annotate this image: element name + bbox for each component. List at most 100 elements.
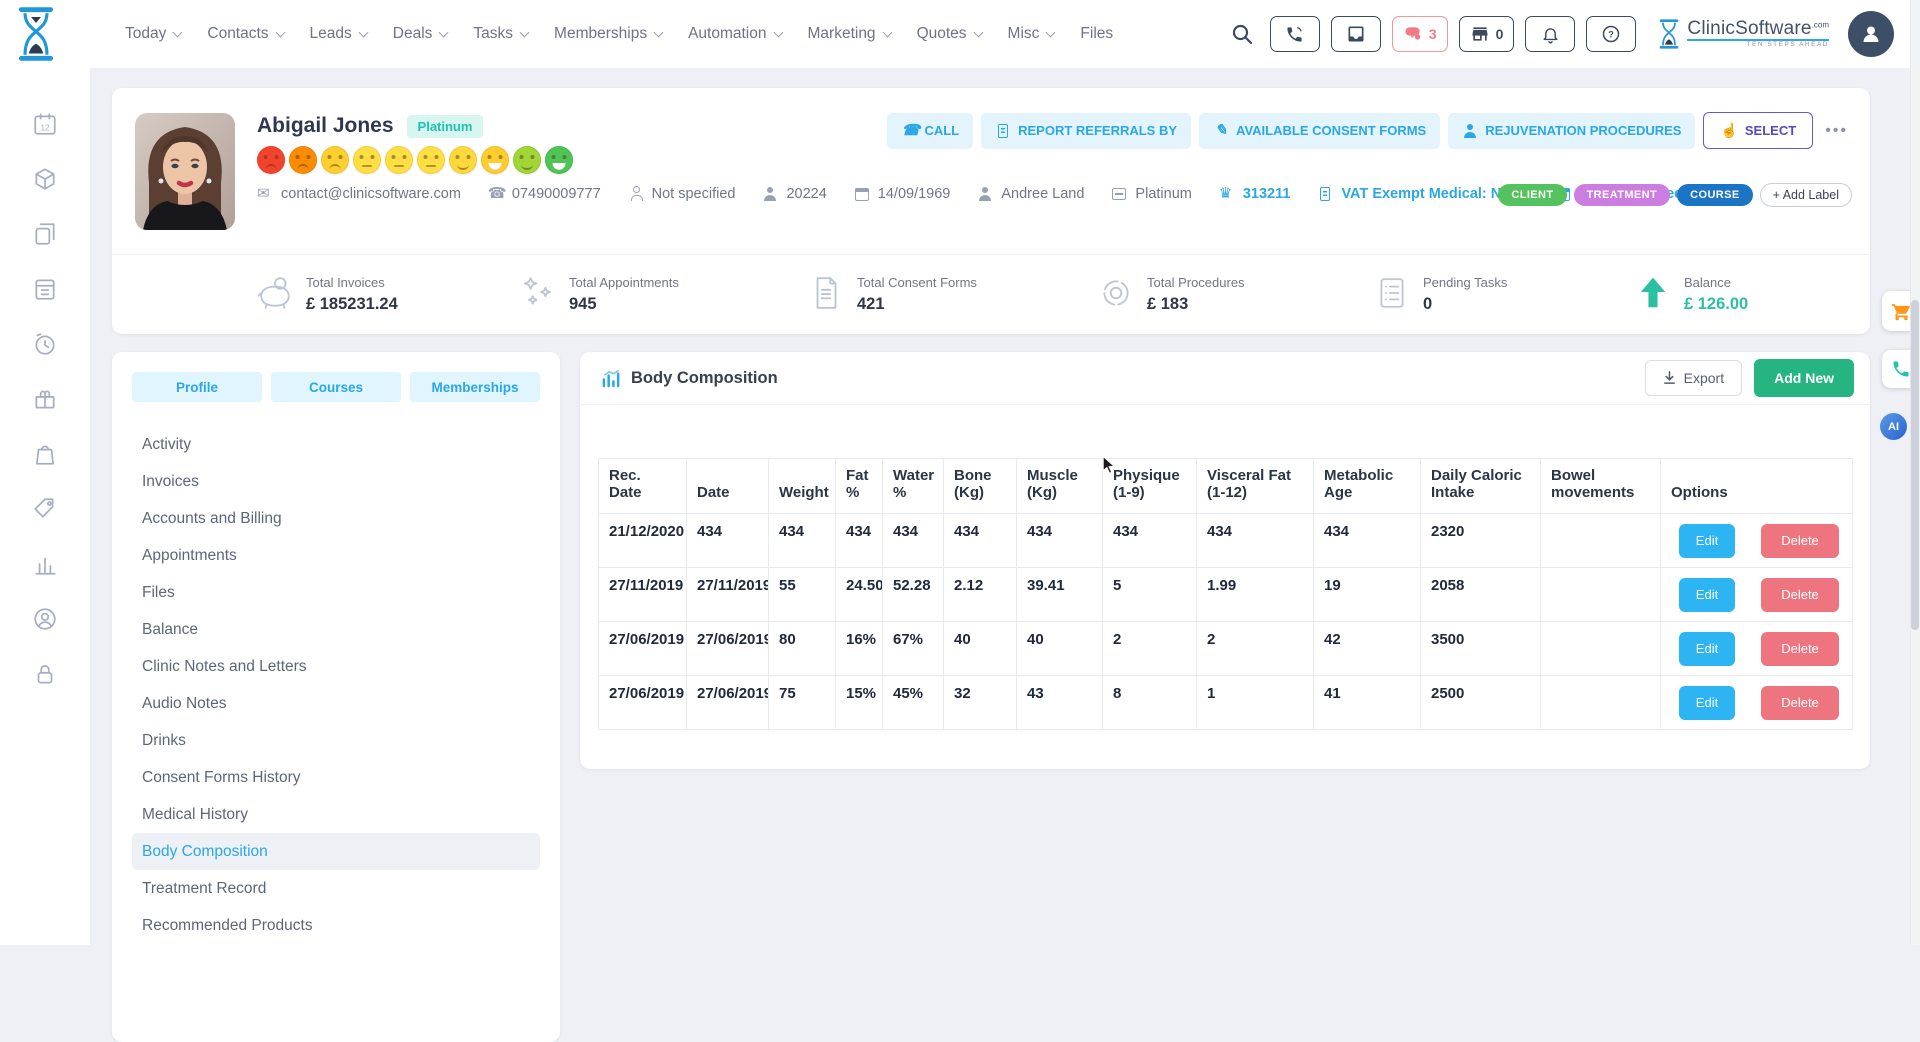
delete-button[interactable]: Delete xyxy=(1761,524,1839,558)
copy-pages-icon[interactable] xyxy=(32,221,58,247)
gift-icon[interactable] xyxy=(32,386,58,412)
lock-icon[interactable] xyxy=(32,661,58,687)
profile-menu-item[interactable]: Files xyxy=(132,574,540,611)
profile-menu-item[interactable]: Invoices xyxy=(132,463,540,500)
scrollbar-thumb[interactable] xyxy=(1911,300,1919,630)
satisfaction-emoji[interactable] xyxy=(449,146,477,174)
nav-item[interactable]: Files xyxy=(1080,25,1113,43)
satisfaction-emoji[interactable] xyxy=(257,146,285,174)
profile-menu-item[interactable]: Appointments xyxy=(132,537,540,574)
delete-button[interactable]: Delete xyxy=(1761,632,1839,666)
cell-fat: 15% xyxy=(836,676,883,730)
cell-fat: 16% xyxy=(836,622,883,676)
profile-menu-item[interactable]: Audio Notes xyxy=(132,685,540,722)
chat-bubbles-icon xyxy=(1403,24,1423,44)
nav-item[interactable]: Leads xyxy=(310,25,367,43)
available-consent-forms-button[interactable]: AVAILABLE CONSENT FORMS xyxy=(1199,113,1440,149)
profile-menu-item[interactable]: Drinks xyxy=(132,722,540,759)
profile-menu-item[interactable]: Medical History xyxy=(132,796,540,833)
export-button[interactable]: Export xyxy=(1645,360,1742,396)
nav-item[interactable]: Today xyxy=(125,25,181,43)
help-button[interactable]: ? xyxy=(1586,16,1636,52)
report-referrals-button[interactable]: REPORT REFERRALS BY xyxy=(981,113,1191,149)
page-scrollbar[interactable] xyxy=(1910,0,1920,945)
chevron-down-icon xyxy=(1046,27,1056,37)
satisfaction-emoji[interactable] xyxy=(385,146,413,174)
profile-menu-item[interactable]: Activity xyxy=(132,426,540,463)
app-logo-hourglass-icon[interactable] xyxy=(14,6,90,67)
brand-logo[interactable]: ClinicSoftware.com TEN STEPS AHEAD xyxy=(1657,18,1829,50)
nav-item[interactable]: Marketing xyxy=(808,25,891,43)
profile-menu-item[interactable]: Clinic Notes and Letters xyxy=(132,648,540,685)
inbox-button[interactable] xyxy=(1331,16,1381,52)
price-tag-icon[interactable] xyxy=(32,496,58,522)
nav-item[interactable]: Quotes xyxy=(917,25,982,43)
profile-menu-item[interactable]: Body Composition xyxy=(132,833,540,870)
cell-water: 67% xyxy=(883,622,944,676)
nav-item[interactable]: Tasks xyxy=(473,25,528,43)
nav-item[interactable]: Contacts xyxy=(207,25,283,43)
search-icon[interactable] xyxy=(1231,23,1253,45)
help-icon: ? xyxy=(1601,24,1621,44)
client-loyalty-points[interactable]: 313211 xyxy=(1219,186,1291,202)
client-field-not-specified: Not specified xyxy=(628,186,736,202)
bookings-icon[interactable] xyxy=(32,276,58,302)
table-row: 21/12/2020 434 434 434 434 434 434 434 4… xyxy=(599,514,1853,568)
more-options-button[interactable] xyxy=(1821,118,1852,144)
profile-menu-item[interactable]: Accounts and Billing xyxy=(132,500,540,537)
bar-chart-icon[interactable] xyxy=(32,551,58,577)
satisfaction-emoji[interactable] xyxy=(417,146,445,174)
profile-tab[interactable]: Profile xyxy=(132,372,262,402)
call-button[interactable]: CALL xyxy=(887,113,973,149)
support-person-icon[interactable] xyxy=(32,606,58,632)
cell-weight: 75 xyxy=(769,676,836,730)
profile-menu-item[interactable]: Recommended Products xyxy=(132,907,540,944)
select-button[interactable]: ☝SELECT xyxy=(1703,112,1813,149)
satisfaction-emoji[interactable] xyxy=(513,146,541,174)
rejuvenation-procedures-button[interactable]: REJUVENATION PROCEDURES xyxy=(1448,113,1695,149)
delete-button[interactable]: Delete xyxy=(1761,686,1839,720)
dialer-button[interactable] xyxy=(1270,16,1320,52)
nav-item[interactable]: Deals xyxy=(393,25,448,43)
satisfaction-emoji[interactable] xyxy=(289,146,317,174)
vat-exempt-link[interactable]: VAT Exempt Medical: No xyxy=(1317,186,1510,202)
satisfaction-emoji[interactable] xyxy=(545,146,573,174)
delete-button[interactable]: Delete xyxy=(1761,578,1839,612)
satisfaction-emoji[interactable] xyxy=(321,146,349,174)
person-icon xyxy=(977,186,993,202)
profile-menu-item[interactable]: Balance xyxy=(132,611,540,648)
add-label-button[interactable]: + Add Label xyxy=(1760,183,1852,207)
table-row: 27/11/2019 27/11/2019 55 24.50 52.28 2.1… xyxy=(599,568,1853,622)
profile-tab[interactable]: Courses xyxy=(271,372,401,402)
notifications-button[interactable] xyxy=(1525,16,1575,52)
edit-button[interactable]: Edit xyxy=(1679,524,1735,558)
profile-menu-item[interactable]: Consent Forms History xyxy=(132,759,540,796)
chat-button[interactable]: 3 xyxy=(1392,16,1448,52)
nav-item[interactable]: Misc xyxy=(1008,25,1055,43)
user-avatar[interactable] xyxy=(1848,11,1894,57)
edit-button[interactable]: Edit xyxy=(1679,686,1735,720)
crown-icon xyxy=(1219,186,1235,202)
satisfaction-emoji[interactable] xyxy=(481,146,509,174)
add-new-button[interactable]: Add New xyxy=(1754,359,1854,397)
edit-button[interactable]: Edit xyxy=(1679,632,1735,666)
shopping-bag-icon[interactable] xyxy=(32,441,58,467)
cell-rec-date: 27/06/2019 xyxy=(599,622,687,676)
package-icon[interactable] xyxy=(32,166,58,192)
nav-item[interactable]: Automation xyxy=(688,25,781,43)
satisfaction-emoji[interactable] xyxy=(353,146,381,174)
store-button[interactable]: 0 xyxy=(1459,16,1515,52)
nav-item[interactable]: Memberships xyxy=(554,25,662,43)
cell-daily-caloric-intake: 2500 xyxy=(1421,676,1541,730)
profile-menu-item[interactable]: Treatment Record xyxy=(132,870,540,907)
storefront-icon xyxy=(1470,24,1490,44)
history-clock-icon[interactable] xyxy=(32,331,58,357)
calendar-icon[interactable]: 12 xyxy=(32,111,58,137)
nav-item-label: Files xyxy=(1080,25,1113,43)
edit-button[interactable]: Edit xyxy=(1679,578,1735,612)
cell-bone: 2.12 xyxy=(944,568,1017,622)
ai-assistant-widget[interactable]: AI xyxy=(1880,413,1907,440)
profile-tab[interactable]: Memberships xyxy=(410,372,540,402)
cell-bone: 32 xyxy=(944,676,1017,730)
top-header: Today Contacts Leads Deals Tasks xyxy=(0,0,1920,68)
